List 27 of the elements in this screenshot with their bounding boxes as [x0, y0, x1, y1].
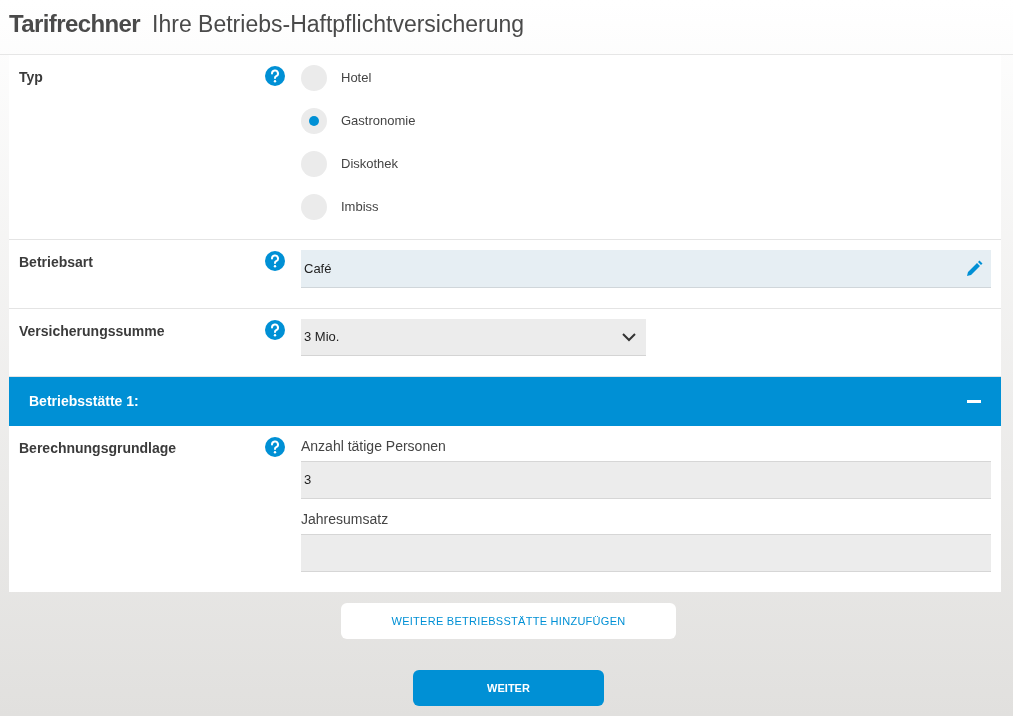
brand-title: Tarifrechner [9, 9, 141, 39]
radio-label[interactable]: Imbiss [341, 197, 379, 217]
radio-label[interactable]: Diskothek [341, 154, 399, 174]
help-icon[interactable] [265, 251, 285, 271]
help-icon[interactable] [265, 66, 285, 86]
field-label: Jahresumsatz [301, 510, 390, 529]
radio-label[interactable]: Gastronomie [341, 111, 416, 131]
select-field[interactable]: 3 Mio. [301, 319, 646, 356]
text-field[interactable]: Café [301, 250, 991, 288]
help-icon[interactable] [265, 437, 285, 457]
field-label: Anzahl tätige Personen [301, 437, 447, 456]
field-label: Versicherungssumme [19, 322, 166, 341]
chevron-down-icon [622, 332, 636, 342]
section-header[interactable]: Betriebsstätte 1: [9, 377, 1001, 426]
input-field[interactable]: 3 [301, 461, 991, 499]
add-location-button[interactable]: WEITERE BETRIEBSSTÄTTE HINZUFÜGEN [341, 603, 676, 639]
minus-icon[interactable] [967, 399, 981, 404]
input-field[interactable] [301, 534, 991, 572]
help-icon[interactable] [265, 320, 285, 340]
next-button[interactable]: WEITER [413, 670, 604, 706]
field-label: Betriebsart [19, 253, 94, 272]
field-label: Typ [19, 68, 44, 87]
radio-button[interactable] [301, 108, 327, 134]
field-label: Berechnungsgrundlage [19, 439, 178, 458]
page-title: Ihre Betriebs-Haftpflichtversicherung [152, 10, 525, 39]
radio-label[interactable]: Hotel [341, 68, 372, 88]
pencil-icon[interactable] [965, 259, 983, 278]
